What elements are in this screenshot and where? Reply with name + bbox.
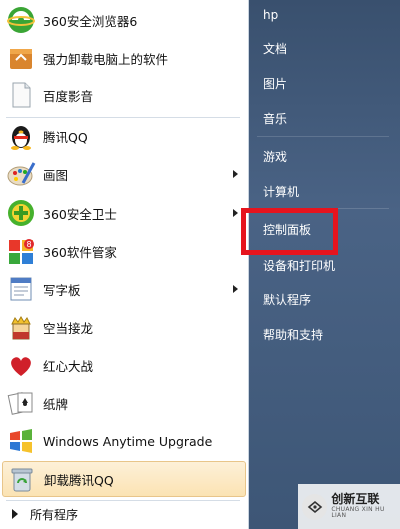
program-label: 纸牌 xyxy=(43,396,69,412)
program-360-security[interactable]: 360安全卫士 xyxy=(2,195,246,231)
program-paint[interactable]: 画图 xyxy=(2,156,246,192)
solitaire-cards-icon xyxy=(5,387,37,419)
program-wordpad[interactable]: 写字板 xyxy=(2,271,246,307)
program-label: 360软件管家 xyxy=(43,244,117,260)
wordpad-icon xyxy=(5,273,37,305)
program-label: 360安全浏览器6 xyxy=(43,13,138,29)
program-360-browser[interactable]: 360安全浏览器6 xyxy=(2,2,246,38)
watermark: 创新互联 CHUANG XIN HU LIAN xyxy=(298,484,400,529)
place-games[interactable]: 游戏 xyxy=(255,143,395,169)
place-label: 设备和打印机 xyxy=(263,258,336,273)
programs-pane: 360安全浏览器6 强力卸载电脑上的软件 百度影音 腾讯QQ 画图 360安全卫… xyxy=(0,0,249,529)
security-360-icon xyxy=(5,197,37,229)
submenu-arrow-icon xyxy=(233,285,238,293)
program-baidu-player[interactable]: 百度影音 xyxy=(2,77,246,113)
watermark-name: 创新互联 xyxy=(331,492,380,507)
program-freecell[interactable]: 空当接龙 xyxy=(2,309,246,345)
annotation-highlight-box xyxy=(241,208,338,255)
program-windows-anytime-upgrade[interactable]: Windows Anytime Upgrade xyxy=(2,423,246,459)
paint-palette-icon xyxy=(5,158,37,190)
uninstall-box-icon xyxy=(5,42,37,74)
place-hp[interactable]: hp xyxy=(255,2,395,28)
program-solitaire[interactable]: 纸牌 xyxy=(2,385,246,421)
program-uninstaller[interactable]: 强力卸载电脑上的软件 xyxy=(2,40,246,76)
program-label: 腾讯QQ xyxy=(43,129,88,145)
submenu-arrow-icon xyxy=(233,209,238,217)
hearts-icon xyxy=(5,349,37,381)
place-label: 帮助和支持 xyxy=(263,327,324,342)
all-programs-button[interactable]: 所有程序 xyxy=(2,500,246,528)
place-label: hp xyxy=(263,8,279,22)
recycle-bin-icon xyxy=(6,463,38,495)
place-devices-printers[interactable]: 设备和打印机 xyxy=(255,252,395,278)
place-label: 文档 xyxy=(263,41,288,56)
program-label: 360安全卫士 xyxy=(43,206,117,222)
program-label: 强力卸载电脑上的软件 xyxy=(43,51,169,67)
freecell-king-icon xyxy=(5,311,37,343)
windows-flag-icon xyxy=(5,425,37,457)
place-music[interactable]: 音乐 xyxy=(255,105,395,131)
place-help-support[interactable]: 帮助和支持 xyxy=(255,321,395,347)
place-label: 游戏 xyxy=(263,149,288,164)
submenu-arrow-icon xyxy=(233,170,238,178)
software-manager-icon: 8 xyxy=(5,235,37,267)
program-label: Windows Anytime Upgrade xyxy=(43,433,213,449)
all-programs-label: 所有程序 xyxy=(30,507,79,522)
program-label: 百度影音 xyxy=(43,88,94,104)
places-pane: hp 文档 图片 音乐 游戏 计算机 控制面板 设备和打印机 默认程序 帮助和支… xyxy=(249,0,400,529)
watermark-text: 创新互联 CHUANG XIN HU LIAN xyxy=(331,493,400,519)
program-uninstall-qq[interactable]: 卸载腾讯QQ xyxy=(2,461,246,497)
svg-text:8: 8 xyxy=(26,240,31,249)
document-icon xyxy=(5,79,37,111)
program-360-software-manager[interactable]: 8 360软件管家 xyxy=(2,233,246,269)
program-label: 空当接龙 xyxy=(43,320,94,336)
browser-360-icon xyxy=(5,4,37,36)
program-hearts[interactable]: 红心大战 xyxy=(2,347,246,383)
program-qq[interactable]: 腾讯QQ xyxy=(2,118,246,154)
place-label: 图片 xyxy=(263,76,288,91)
place-label: 音乐 xyxy=(263,111,288,126)
program-label: 写字板 xyxy=(43,282,81,298)
watermark-logo-icon xyxy=(302,493,328,520)
program-label: 卸载腾讯QQ xyxy=(44,472,114,488)
play-arrow-icon xyxy=(12,509,18,519)
program-label: 红心大战 xyxy=(43,358,94,374)
watermark-subtitle: CHUANG XIN HU LIAN xyxy=(331,505,385,520)
place-pictures[interactable]: 图片 xyxy=(255,70,395,96)
qq-penguin-icon xyxy=(5,120,37,152)
place-default-programs[interactable]: 默认程序 xyxy=(255,286,395,312)
program-label: 画图 xyxy=(43,167,69,183)
place-label: 默认程序 xyxy=(263,292,312,307)
place-computer[interactable]: 计算机 xyxy=(255,178,395,204)
place-label: 计算机 xyxy=(263,184,300,199)
place-documents[interactable]: 文档 xyxy=(255,35,395,61)
separator xyxy=(257,136,389,137)
